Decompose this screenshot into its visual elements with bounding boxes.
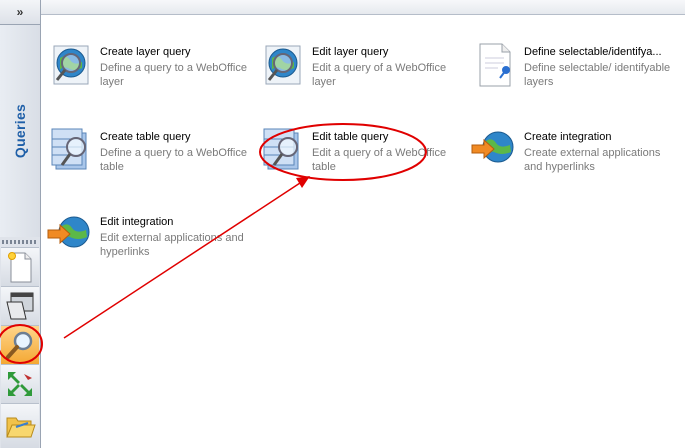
table-magnifier-icon [51, 128, 87, 170]
create-layer-query-item[interactable]: Create layer query Define a query to a W… [46, 40, 256, 110]
item-description: Define a query to a WebOffice layer [100, 62, 247, 88]
item-title: Edit layer query [312, 46, 389, 58]
open-window-icon [6, 292, 34, 320]
item-title: Create layer query [100, 46, 191, 58]
item-title: Create integration [524, 131, 612, 143]
document-pin-icon [479, 43, 511, 87]
content-header-bar [41, 0, 685, 15]
item-title: Define selectable/identifya... [524, 46, 662, 58]
edit-layer-query-item[interactable]: Edit layer query Edit a query of a WebOf… [258, 40, 468, 110]
define-selectable-item[interactable]: Define selectable/identifya... Define se… [470, 40, 680, 110]
item-description: Edit a query of a WebOffice table [312, 147, 447, 173]
move-tool-button[interactable] [1, 364, 39, 403]
sidebar-grip[interactable] [2, 240, 38, 244]
item-description: Create external applications and hyperli… [524, 147, 661, 173]
table-magnifier-icon [263, 128, 299, 170]
collapse-sidebar-button[interactable]: » [0, 0, 40, 25]
globe-magnifier-icon [265, 45, 301, 85]
item-description: Define selectable/ identifyable layers [524, 62, 671, 88]
edit-table-query-item[interactable]: Edit table query Edit a query of a WebOf… [258, 125, 468, 195]
magnifier-icon [6, 331, 33, 359]
open-folder-button[interactable] [1, 403, 39, 448]
search-tool-button[interactable] [1, 325, 39, 364]
globe-magnifier-icon [53, 45, 89, 85]
item-description: Edit external applications and hyperlink… [100, 232, 244, 258]
item-description: Define a query to a WebOffice table [100, 147, 247, 173]
item-title: Create table query [100, 131, 191, 143]
edit-integration-item[interactable]: Edit integration Edit external applicati… [46, 210, 256, 280]
item-title: Edit table query [312, 131, 389, 143]
globe-arrow-icon [471, 131, 514, 163]
globe-arrow-icon [47, 216, 90, 248]
new-document-icon [8, 252, 32, 283]
left-sidebar: » Queries [0, 0, 41, 448]
create-table-query-item[interactable]: Create table query Define a query to a W… [46, 125, 256, 195]
move-arrows-icon [8, 372, 32, 396]
open-window-button[interactable] [1, 286, 39, 325]
item-title: Edit integration [100, 216, 174, 228]
create-integration-item[interactable]: Create integration Create external appli… [470, 125, 680, 195]
new-document-button[interactable] [1, 247, 39, 286]
item-description: Edit a query of a WebOffice layer [312, 62, 447, 88]
open-folder-icon [6, 417, 36, 438]
queries-tab[interactable]: Queries [0, 25, 40, 237]
queries-tab-label: Queries [12, 103, 28, 159]
